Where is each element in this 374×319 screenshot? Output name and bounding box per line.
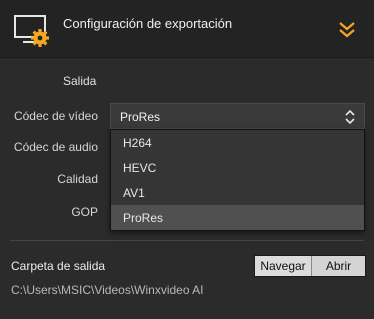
output-folder-buttons: Navegar Abrir [254, 255, 366, 277]
dropdown-option-prores[interactable]: ProRes [111, 205, 364, 230]
section-divider [10, 240, 364, 241]
panel-title: Configuración de exportación [63, 16, 233, 31]
output-path-text: C:\Users\MSIC\Videos\Winxvideo AI [11, 283, 204, 297]
browse-button[interactable]: Navegar [255, 256, 312, 276]
dropdown-option-hevc[interactable]: HEVC [111, 155, 364, 180]
export-settings-panel: Configuración de exportación Salida Códe… [0, 0, 374, 319]
double-chevron-down-icon[interactable] [336, 19, 358, 41]
quality-label: Calidad [57, 172, 98, 186]
dropdown-option-av1[interactable]: AV1 [111, 180, 364, 205]
video-codec-select[interactable]: ProRes [110, 103, 365, 129]
section-title-output: Salida [63, 74, 97, 88]
video-codec-value: ProRes [120, 110, 161, 124]
output-folder-label: Carpeta de salida [11, 259, 106, 273]
panel-header: Configuración de exportación [0, 0, 374, 58]
chevron-updown-icon [345, 109, 355, 125]
video-codec-label: Códec de vídeo [13, 109, 98, 123]
audio-codec-label: Códec de audio [13, 140, 98, 154]
monitor-gear-icon [12, 13, 50, 47]
dropdown-option-h264[interactable]: H264 [111, 130, 364, 155]
open-button[interactable]: Abrir [312, 256, 365, 276]
video-codec-dropdown: H264 HEVC AV1 ProRes [110, 129, 365, 231]
gop-label: GOP [71, 205, 98, 219]
